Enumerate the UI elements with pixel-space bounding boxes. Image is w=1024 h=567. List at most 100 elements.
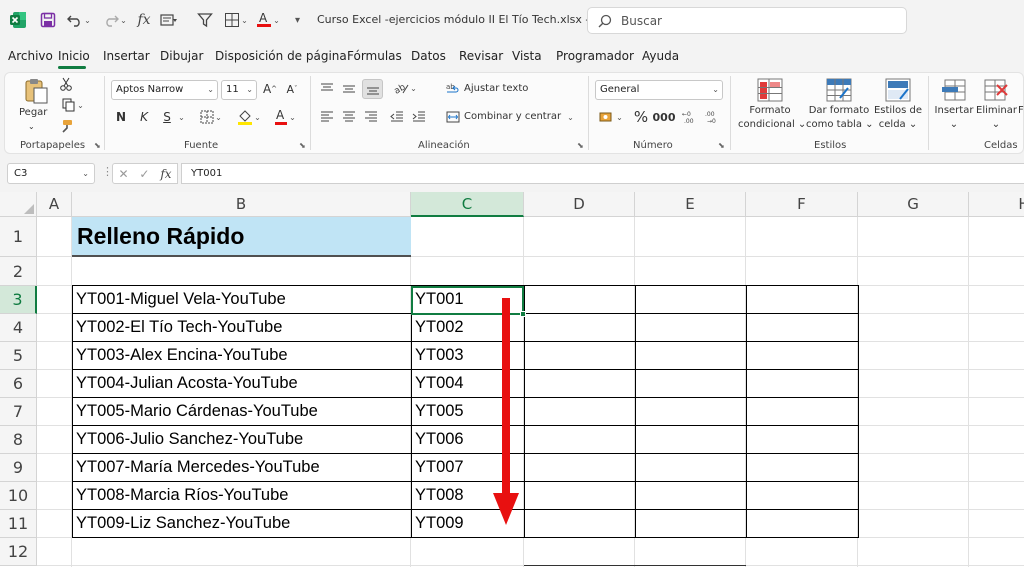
tab-vista[interactable]: Vista xyxy=(512,49,542,63)
form-icon[interactable] xyxy=(156,10,182,30)
row-header-9[interactable]: 9 xyxy=(0,454,37,482)
percent-icon[interactable]: % xyxy=(632,107,650,127)
wrap-text-button[interactable]: Ajustar texto xyxy=(464,82,528,96)
row-header-8[interactable]: 8 xyxy=(0,426,37,454)
merge-center-button[interactable]: Combinar y centrar xyxy=(464,110,561,124)
number-launcher-icon[interactable]: ⬊ xyxy=(718,141,725,150)
align-right-icon[interactable] xyxy=(362,108,380,126)
cancel-icon[interactable]: ✕ xyxy=(118,167,128,181)
format-cells-button-partial[interactable]: F xyxy=(1018,104,1024,118)
format-as-table-button[interactable]: Dar formato como tabla ⌄ xyxy=(806,104,874,132)
font-color-icon[interactable]: A ⌄ xyxy=(254,10,282,30)
increase-decimal-icon[interactable]: ←0.00 xyxy=(680,108,700,126)
cell-b8[interactable]: YT006-Julio Sanchez-YouTube xyxy=(73,426,410,453)
customize-toolbar-icon[interactable]: ▾ xyxy=(290,10,304,30)
cell-b10[interactable]: YT008-Marcia Ríos-YouTube xyxy=(73,482,410,509)
undo-icon[interactable]: ⌄ xyxy=(64,10,94,30)
row-header-7[interactable]: 7 xyxy=(0,398,37,426)
insert-function-icon[interactable]: fx xyxy=(134,10,154,30)
cell-b4[interactable]: YT002-El Tío Tech-YouTube xyxy=(73,314,410,341)
align-center-icon[interactable] xyxy=(340,108,358,126)
tab-insertar[interactable]: Insertar xyxy=(103,49,150,63)
copy-icon[interactable]: ⌄ xyxy=(58,97,88,113)
tab-disposicion[interactable]: Disposición de página xyxy=(215,49,347,63)
column-header-g[interactable]: G xyxy=(858,192,969,217)
insert-cells-button[interactable]: Insertar ⌄ xyxy=(934,104,974,132)
fill-color-icon[interactable]: ⌄ xyxy=(234,106,264,128)
tab-revisar[interactable]: Revisar xyxy=(459,49,503,63)
column-header-h[interactable]: H xyxy=(969,192,1024,217)
bold-button[interactable]: N xyxy=(113,108,129,126)
orientation-icon[interactable]: ab ⌄ xyxy=(390,78,420,98)
tab-datos[interactable]: Datos xyxy=(411,49,446,63)
row-header-6[interactable]: 6 xyxy=(0,370,37,398)
cell-styles-button[interactable]: Estilos de celda ⌄ xyxy=(873,104,923,132)
insert-function-button[interactable]: fx xyxy=(160,167,171,181)
alignment-launcher-icon[interactable]: ⬊ xyxy=(577,141,584,150)
tab-ayuda[interactable]: Ayuda xyxy=(642,49,679,63)
tab-programador[interactable]: Programador xyxy=(556,49,634,63)
cell-b11[interactable]: YT009-Liz Sanchez-YouTube xyxy=(73,510,410,537)
paste-button[interactable]: Pegar xyxy=(19,106,47,120)
delete-cells-button[interactable]: Eliminar ⌄ xyxy=(976,104,1017,132)
italic-button[interactable]: K xyxy=(136,108,152,126)
select-all-button[interactable] xyxy=(0,192,37,217)
row-header-11[interactable]: 11 xyxy=(0,510,37,538)
row-header-4[interactable]: 4 xyxy=(0,314,37,342)
underline-dropdown-icon[interactable]: ⌄ xyxy=(176,110,186,124)
tab-inicio[interactable]: Inicio xyxy=(58,49,90,63)
enter-icon[interactable]: ✓ xyxy=(139,167,149,181)
row-header-2[interactable]: 2 xyxy=(0,257,37,286)
font-launcher-icon[interactable]: ⬊ xyxy=(299,141,306,150)
column-header-b[interactable]: B xyxy=(72,192,411,217)
decrease-decimal-icon[interactable]: .00 →0 xyxy=(703,108,723,126)
cell-b7[interactable]: YT005-Mario Cárdenas-YouTube xyxy=(73,398,410,425)
tab-formulas[interactable]: Fórmulas xyxy=(347,49,402,63)
merge-dropdown-icon[interactable]: ⌄ xyxy=(564,110,576,124)
conditional-formatting-button[interactable]: Formato condicional ⌄ xyxy=(738,104,806,132)
column-header-a[interactable]: A xyxy=(37,192,72,217)
tab-dibujar[interactable]: Dibujar xyxy=(160,49,203,63)
cell-b5[interactable]: YT003-Alex Encina-YouTube xyxy=(73,342,410,369)
row-header-10[interactable]: 10 xyxy=(0,482,37,510)
redo-icon[interactable]: ⌄ xyxy=(100,10,130,30)
decrease-font-size-icon[interactable]: Aˇ xyxy=(283,80,301,98)
cell-b3[interactable]: YT001-Miguel Vela-YouTube xyxy=(73,286,410,313)
accounting-format-icon[interactable]: ⌄ xyxy=(597,108,625,126)
cell-b6[interactable]: YT004-Julian Acosta-YouTube xyxy=(73,370,410,397)
save-icon[interactable] xyxy=(38,10,58,30)
insert-cells-icon[interactable] xyxy=(940,77,968,103)
cut-icon[interactable] xyxy=(58,76,74,92)
comma-style-icon[interactable]: 000 xyxy=(653,107,676,127)
row-header-1[interactable]: 1 xyxy=(0,217,37,257)
increase-indent-icon[interactable] xyxy=(410,108,428,126)
row-header-5[interactable]: 5 xyxy=(0,342,37,370)
column-header-c[interactable]: C xyxy=(411,192,524,217)
formula-input[interactable]: YT001 xyxy=(181,163,1024,184)
cell-b9[interactable]: YT007-María Mercedes-YouTube xyxy=(73,454,410,481)
font-color-ribbon-icon[interactable]: A ⌄ xyxy=(270,106,300,128)
row-header-12[interactable]: 12 xyxy=(0,538,37,566)
column-header-d[interactable]: D xyxy=(524,192,635,217)
paste-dropdown-icon[interactable]: ⌄ xyxy=(28,120,35,134)
font-size-combo[interactable]: 11 ⌄ xyxy=(221,80,257,100)
paste-icon[interactable] xyxy=(22,76,52,106)
borders-ribbon-icon[interactable]: ⌄ xyxy=(196,108,226,126)
sheet-title-cell[interactable]: Relleno Rápido xyxy=(72,217,411,257)
align-bottom-icon[interactable] xyxy=(362,79,383,99)
format-as-table-icon[interactable] xyxy=(825,77,853,103)
search-box[interactable]: Buscar xyxy=(587,7,907,34)
align-left-icon[interactable] xyxy=(318,108,336,126)
clipboard-launcher-icon[interactable]: ⬊ xyxy=(94,141,101,150)
borders-icon[interactable]: ⌄ xyxy=(222,10,250,30)
number-format-combo[interactable]: General ⌄ xyxy=(595,80,723,100)
column-header-f[interactable]: F xyxy=(746,192,858,217)
conditional-formatting-icon[interactable] xyxy=(756,77,784,103)
column-header-e[interactable]: E xyxy=(635,192,746,217)
underline-button[interactable]: S xyxy=(159,108,175,126)
filter-icon[interactable] xyxy=(192,10,218,30)
tab-archivo[interactable]: Archivo xyxy=(8,49,53,63)
row-header-3[interactable]: 3 xyxy=(0,286,37,314)
wrap-text-icon[interactable]: ab xyxy=(445,81,461,97)
name-box[interactable]: C3 ⌄ xyxy=(7,163,95,184)
